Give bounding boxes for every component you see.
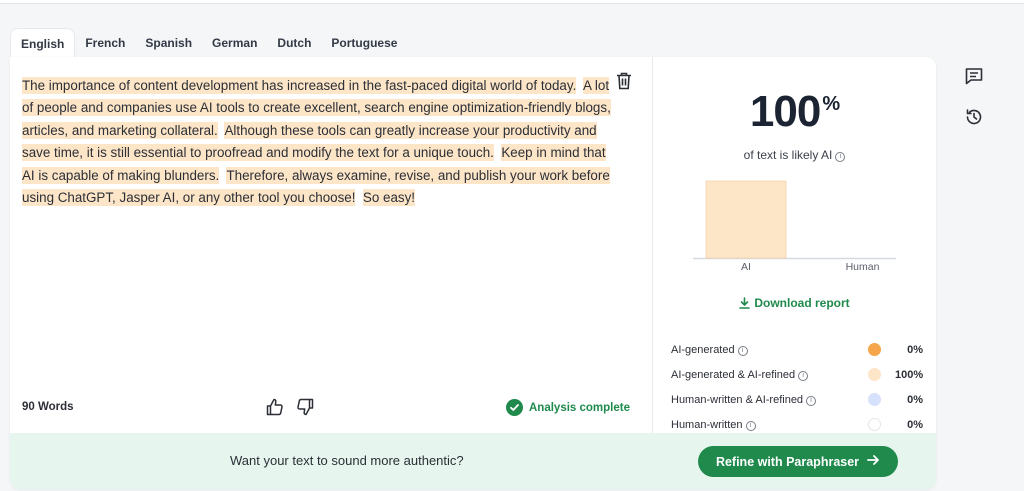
language-tabs: English French Spanish German Dutch Port… [10,26,407,58]
thumbs-down-icon[interactable] [296,398,314,416]
detector-card: The importance of content development ha… [10,57,936,489]
highlighted-sentence: So easy! [362,189,416,207]
comment-icon[interactable] [964,66,984,86]
legend-label: Human-written [671,418,743,431]
top-bar [0,0,1024,4]
banner-prompt: Want your text to sound more authentic? [230,453,464,468]
legend-row-ai-generated: AI-generated i 0% [671,337,923,362]
analysis-status: Analysis complete [506,399,630,416]
score-value: 100 [749,87,821,136]
highlighted-sentence: The importance of content development ha… [22,77,577,94]
tab-spanish[interactable]: Spanish [135,28,202,58]
legend-label: Human-written & AI-refined [671,393,804,406]
legend-value: 0% [907,343,923,356]
download-icon [739,297,751,312]
tab-english[interactable]: English [10,28,76,58]
legend-value: 0% [907,393,923,406]
legend-row-ai-generated-ai-refined: AI-generated & AI-refined i 100% [671,362,923,387]
legend-value: 100% [895,368,924,381]
score-caption-text: of text is likely AI [743,148,833,162]
check-circle-icon [506,399,523,416]
legend-dot [868,418,881,431]
tab-portuguese[interactable]: Portuguese [321,28,407,58]
info-icon[interactable]: i [737,345,748,356]
legend-label: AI-generated & AI-refined [671,368,796,381]
info-icon[interactable]: i [806,395,817,406]
bar-ai [705,180,787,259]
text-editor[interactable]: The importance of content development ha… [10,57,652,433]
arrow-right-icon [867,454,880,469]
tick-label-ai: AI [741,261,751,271]
status-label: Analysis complete [529,401,630,414]
ai-score: 100% [653,87,936,137]
download-label: Download report [754,296,850,310]
legend-label: AI-generated [671,343,735,356]
info-icon[interactable]: i [835,152,846,162]
paraphraser-banner: Want your text to sound more authentic? … [10,433,936,489]
score-caption: of text is likely AI i [653,148,936,162]
legend-dot [868,343,881,356]
info-icon[interactable]: i [745,420,756,431]
ai-human-bar-chart: AI Human [693,180,896,271]
tab-french[interactable]: French [75,28,135,58]
legend-dot [868,368,881,381]
download-report-link[interactable]: Download report [653,296,936,312]
legend-row-human-written-ai-refined: Human-written & AI-refined i 0% [671,387,923,412]
results-panel: 100% of text is likely AI i AI Human Downl… [653,57,936,433]
refine-with-paraphraser-button[interactable]: Refine with Paraphraser [698,446,898,477]
breakdown-legend: AI-generated i 0% AI-generated & AI-refin… [671,337,923,437]
tick-label-human: Human [846,261,880,271]
feedback-buttons [266,398,314,416]
word-count: 90 Words [22,401,74,413]
tab-dutch[interactable]: Dutch [267,28,321,58]
thumbs-up-icon[interactable] [266,398,284,416]
cta-label: Refine with Paraphraser [715,454,860,469]
info-icon[interactable]: i [798,370,809,381]
history-icon[interactable] [964,107,984,127]
tab-german[interactable]: German [202,28,267,58]
analyzed-text[interactable]: The importance of content development ha… [22,75,612,209]
legend-dot [868,393,881,406]
trash-icon[interactable] [616,72,632,90]
score-unit: % [822,93,840,115]
legend-value: 0% [907,418,923,431]
